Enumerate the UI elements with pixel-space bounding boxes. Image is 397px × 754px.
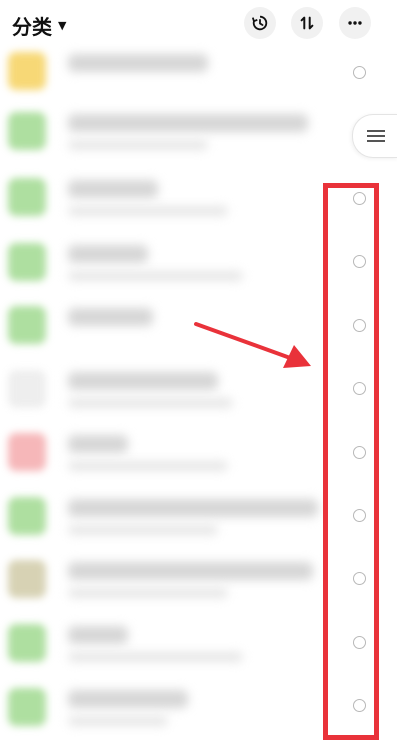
select-radio[interactable] [353,446,366,459]
select-radio[interactable] [353,66,366,79]
select-radio[interactable] [353,382,366,395]
select-radio[interactable] [353,699,366,712]
select-radio[interactable] [353,255,366,268]
select-radio[interactable] [353,636,366,649]
annotation-arrow [194,322,311,368]
select-radio[interactable] [353,572,366,585]
select-radio[interactable] [353,509,366,522]
select-radio[interactable] [353,192,366,205]
select-radio[interactable] [353,319,366,332]
